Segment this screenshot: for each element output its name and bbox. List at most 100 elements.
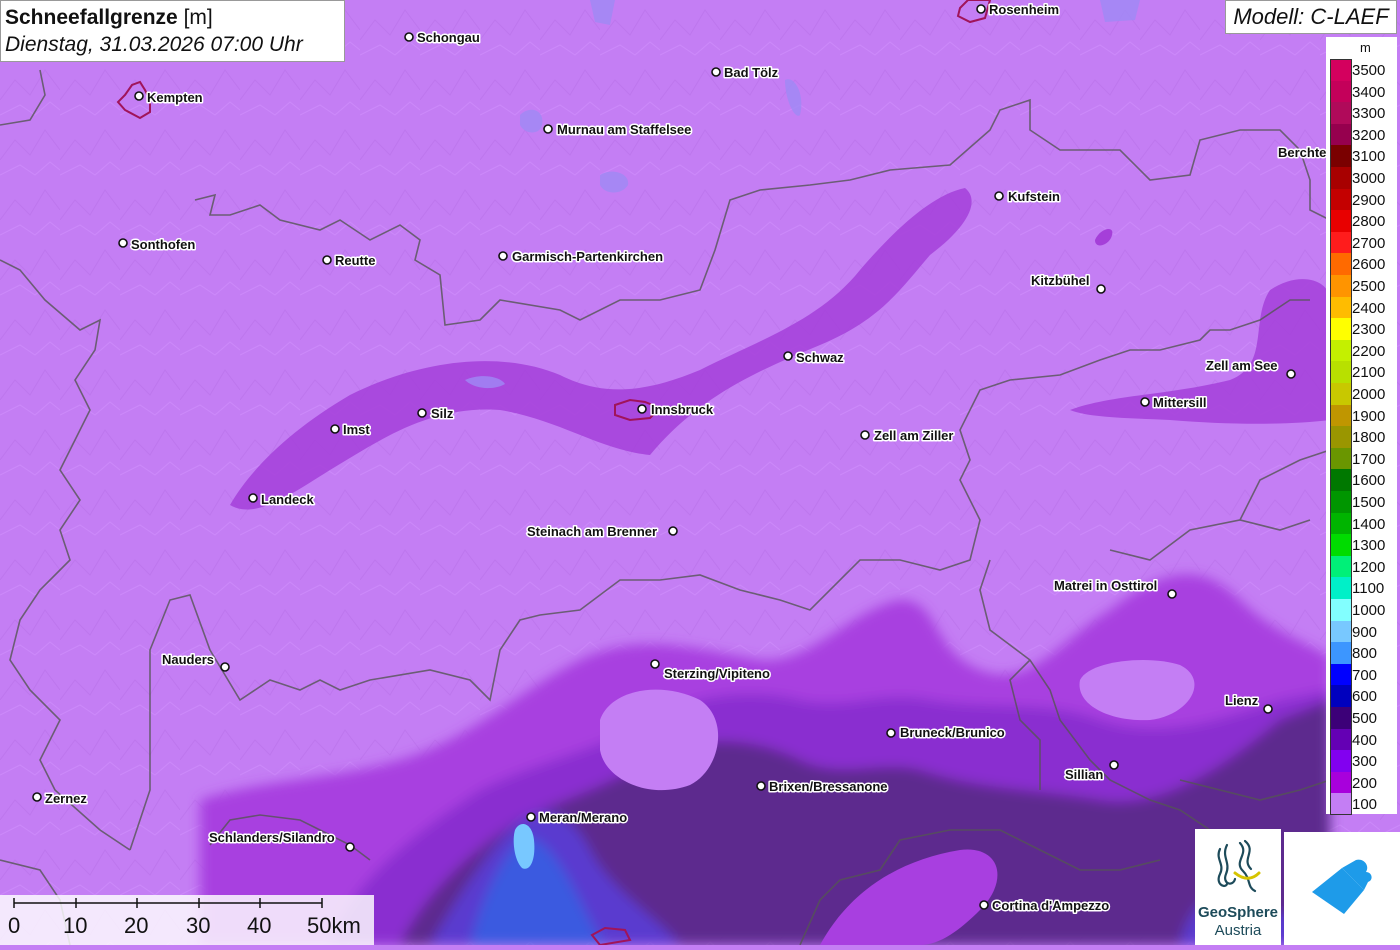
model-label: Modell: C-LAEF: [1225, 0, 1397, 34]
legend-row: 1800: [1326, 426, 1397, 448]
legend-swatch: [1330, 534, 1352, 556]
city-schongau[interactable]: Schongau: [404, 29, 481, 47]
legend-swatch: [1330, 663, 1352, 686]
legend-value: 1700: [1352, 450, 1386, 468]
legend-value: 500: [1352, 710, 1378, 727]
city-garmisch[interactable]: Garmisch-Partenkirchen: [498, 248, 665, 266]
city-sonthofen[interactable]: Sonthofen: [118, 236, 197, 254]
legend-swatch: [1330, 339, 1352, 362]
legend-row: 3200: [1326, 123, 1397, 146]
legend-swatch: [1330, 707, 1352, 729]
legend-row: 400: [1326, 728, 1397, 751]
legend-value: 900: [1352, 623, 1378, 641]
city-label-sonthofen: Sonthofen: [131, 237, 195, 252]
legend-value: 3300: [1352, 105, 1386, 123]
legend-swatch: [1330, 685, 1352, 707]
legend-row: 2400: [1326, 296, 1397, 319]
legend-row: 100: [1326, 793, 1397, 815]
city-label-berchtesgaden: Berchte: [1278, 145, 1326, 160]
city-label-kitzbuehel: Kitzbühel: [1031, 273, 1090, 288]
legend-swatch: [1330, 426, 1352, 448]
legend-value: 3400: [1352, 83, 1386, 101]
legend-value: 800: [1352, 645, 1378, 663]
legend-row: 3500: [1326, 59, 1397, 81]
legend-row: 1500: [1326, 491, 1397, 513]
city-label-sillian: Sillian: [1065, 767, 1103, 782]
legend-swatch: [1330, 555, 1352, 578]
city-steinach[interactable]: Steinach am Brenner: [526, 523, 678, 541]
forecast-datetime: Dienstag, 31.03.2026 07:00 Uhr: [5, 33, 303, 56]
city-murnau[interactable]: Murnau am Staffelsee: [543, 121, 693, 139]
city-label-zell-am-see: Zell am See: [1206, 358, 1278, 373]
city-label-meran: Meran/Merano: [539, 810, 627, 825]
legend-value: 2100: [1352, 364, 1386, 382]
scale-label-30: 30: [186, 913, 211, 938]
legend-swatch: [1330, 275, 1352, 297]
legend-value: 2800: [1352, 213, 1386, 231]
legend-swatch: [1330, 642, 1352, 664]
city-bruneck[interactable]: Bruneck/Brunico: [886, 724, 1006, 742]
legend-row: 2700: [1326, 231, 1397, 254]
city-label-bad-toelz: Bad Tölz: [724, 65, 779, 80]
city-label-kempten: Kempten: [147, 90, 203, 105]
legend-value: 2200: [1352, 342, 1386, 360]
legend-row: 3000: [1326, 167, 1397, 189]
city-label-landeck: Landeck: [261, 492, 315, 507]
legend-row: 1600: [1326, 469, 1397, 491]
city-label-bruneck: Bruneck/Brunico: [900, 725, 1005, 740]
legend-value: 1800: [1352, 429, 1386, 447]
city-berchtesgaden[interactable]: Berchte: [1277, 144, 1328, 162]
city-label-kufstein: Kufstein: [1008, 189, 1060, 204]
city-rosenheim[interactable]: Rosenheim: [976, 1, 1061, 19]
city-label-imst: Imst: [343, 422, 370, 437]
legend-value: 2700: [1352, 234, 1386, 252]
legend-swatch: [1330, 512, 1352, 535]
city-cortina[interactable]: Cortina d'Ampezzo: [979, 897, 1111, 915]
legend-value: 3000: [1352, 170, 1386, 187]
geosphere-logo-icon: [1217, 839, 1261, 893]
city-label-schongau: Schongau: [417, 30, 480, 45]
legend-swatch: [1330, 793, 1352, 815]
legend-value: 2400: [1352, 299, 1386, 317]
legend-swatch: [1330, 599, 1352, 621]
legend-row: 2200: [1326, 339, 1397, 362]
city-zell-am-ziller[interactable]: Zell am Ziller: [860, 427, 955, 445]
city-label-silz: Silz: [431, 406, 454, 421]
legend-row: 2600: [1326, 253, 1397, 275]
legend-row: 700: [1326, 663, 1397, 686]
scale-label-20: 20: [124, 913, 149, 938]
legend-value: 3500: [1352, 62, 1386, 79]
legend-value: 2300: [1352, 321, 1386, 339]
legend-value: 700: [1352, 666, 1378, 684]
legend-swatch: [1330, 80, 1352, 103]
legend-swatch: [1330, 750, 1352, 772]
legend-row: 300: [1326, 750, 1397, 772]
map-title-box: Schneefallgrenze [m] Dienstag, 31.03.202…: [0, 0, 345, 62]
map-title: Schneefallgrenze [m]: [5, 4, 340, 31]
legend-swatch: [1330, 253, 1352, 275]
legend-row: 2500: [1326, 275, 1397, 297]
legend-value: 1300: [1352, 537, 1386, 555]
legend-row: 200: [1326, 771, 1397, 794]
legend-value: 1000: [1352, 602, 1386, 619]
city-label-murnau: Murnau am Staffelsee: [557, 122, 691, 137]
city-label-brixen: Brixen/Bressanone: [769, 779, 888, 794]
legend-row: 1400: [1326, 512, 1397, 535]
legend-value: 1400: [1352, 515, 1386, 533]
geosphere-logo[interactable]: GeoSphere Austria: [1195, 829, 1281, 945]
scale-label-50km: 50km: [307, 913, 361, 938]
legend-value: 400: [1352, 731, 1378, 749]
legend-row: 3400: [1326, 80, 1397, 103]
legend-swatch: [1330, 771, 1352, 794]
city-label-zell-am-ziller: Zell am Ziller: [874, 428, 953, 443]
legend-row: 1000: [1326, 599, 1397, 621]
legend-value: 1600: [1352, 472, 1386, 490]
weather-app-logo[interactable]: [1284, 832, 1400, 945]
city-meran[interactable]: Meran/Merano: [526, 809, 629, 827]
city-brixen[interactable]: Brixen/Bressanone: [756, 778, 889, 796]
legend-swatch: [1330, 361, 1352, 383]
geosphere-logo-text2: Austria: [1214, 922, 1262, 939]
legend-row: 1300: [1326, 534, 1397, 556]
city-label-mittersill: Mittersill: [1153, 395, 1206, 410]
legend-swatch: [1330, 188, 1352, 211]
